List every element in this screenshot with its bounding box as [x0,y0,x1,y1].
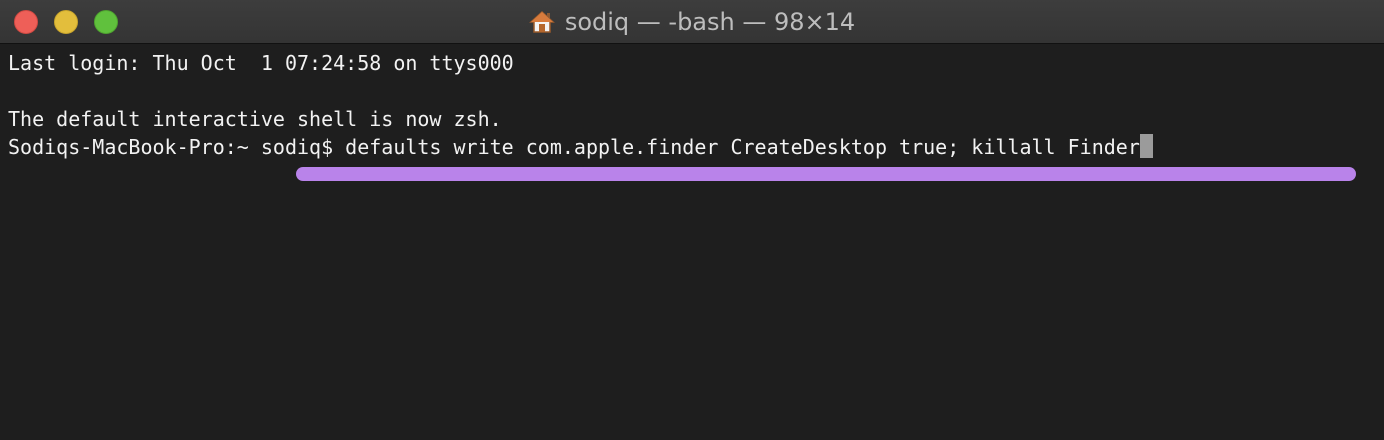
window-title-area: sodiq — -bash — 98×14 [0,0,1384,44]
terminal-content[interactable]: Last login: Thu Oct 1 07:24:58 on ttys00… [0,44,1384,440]
command-highlight-underline [296,167,1356,181]
terminal-command-text: Sodiqs-MacBook-Pro:~ sodiq$ defaults wri… [8,135,1140,159]
terminal-command-line[interactable]: Sodiqs-MacBook-Pro:~ sodiq$ defaults wri… [8,133,1384,161]
terminal-line-shell-notice: The default interactive shell is now zsh… [8,107,502,131]
terminal-window: sodiq — -bash — 98×14 Last login: Thu Oc… [0,0,1384,440]
title-bar[interactable]: sodiq — -bash — 98×14 [0,0,1384,44]
text-cursor [1139,134,1153,158]
home-icon [528,9,555,35]
window-title: sodiq — -bash — 98×14 [564,8,856,36]
terminal-line-login: Last login: Thu Oct 1 07:24:58 on ttys00… [8,51,514,75]
